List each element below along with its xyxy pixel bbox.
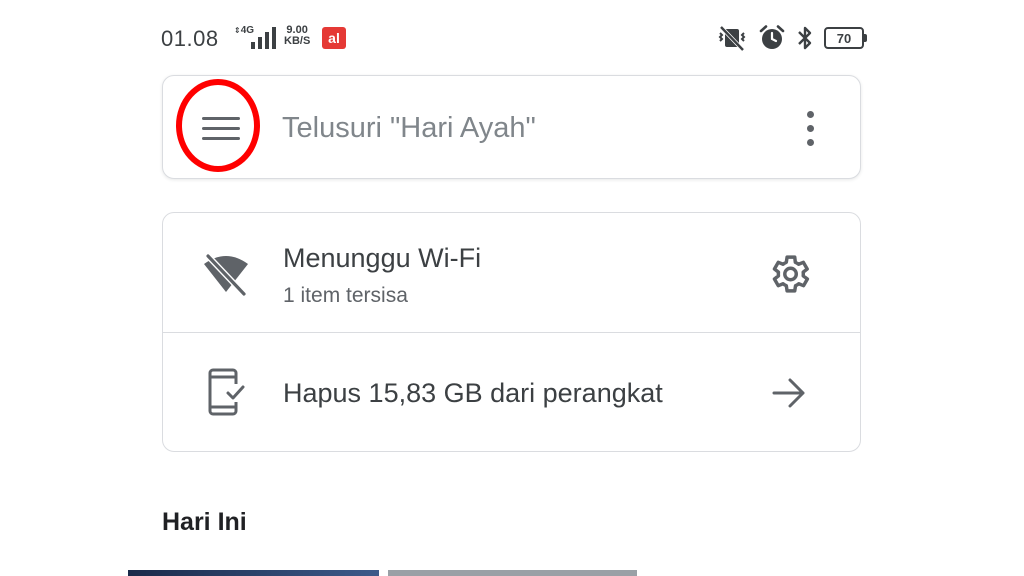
free-up-space-label: Hapus 15,83 GB dari perangkat <box>283 378 663 408</box>
more-options-icon-dot <box>806 124 814 132</box>
more-options-button[interactable] <box>796 108 824 148</box>
photo-thumbnail[interactable] <box>388 570 637 576</box>
signal-strength-icon <box>251 27 276 49</box>
highlight-circle <box>176 79 260 172</box>
gear-icon[interactable] <box>766 251 812 297</box>
battery-icon: 70 <box>824 27 867 49</box>
status-right-icons: 70 <box>716 24 867 52</box>
section-title-today: Hari Ini <box>162 508 247 536</box>
network-speed: 9.00 KB/S <box>284 25 310 47</box>
battery-level: 70 <box>836 30 852 46</box>
vibrate-mute-icon <box>718 25 746 52</box>
wifi-status-subtitle: 1 item tersisa <box>283 284 408 307</box>
wifi-status-title: Menunggu Wi-Fi <box>283 243 482 273</box>
app-notification-badge: al <box>322 27 346 49</box>
status-time: 01.08 <box>161 26 219 51</box>
waiting-wifi-row[interactable] <box>162 213 861 332</box>
photo-thumbnail[interactable] <box>128 570 379 576</box>
wifi-off-icon <box>204 253 248 296</box>
bluetooth-icon <box>798 26 812 50</box>
search-input[interactable]: Telusuri "Hari Ayah" <box>282 112 536 145</box>
arrow-right-icon[interactable] <box>771 376 807 410</box>
phone-check-icon <box>208 368 245 416</box>
alarm-icon <box>759 25 785 49</box>
more-options-icon-dot <box>806 138 814 146</box>
more-options-icon-dot <box>806 110 814 118</box>
network-speed-unit: KB/S <box>284 35 311 47</box>
